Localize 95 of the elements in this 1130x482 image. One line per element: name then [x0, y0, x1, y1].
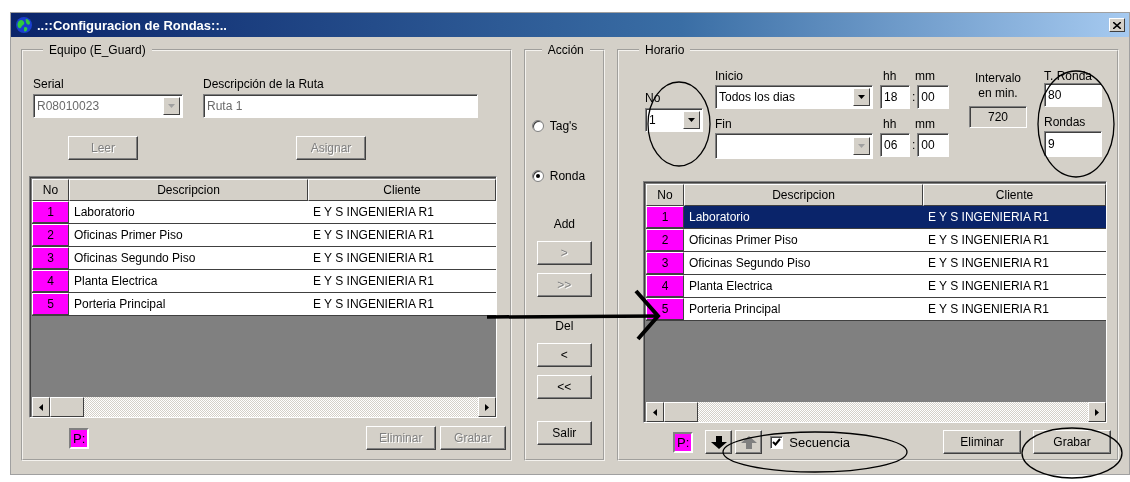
column-header[interactable]: Cliente [308, 179, 496, 201]
table-cell-text: Laboratorio [73, 204, 136, 221]
table-cell-text: Oficinas Segundo Piso [73, 250, 197, 267]
field-label: mm [915, 69, 935, 83]
move-button[interactable] [735, 430, 763, 454]
table-cell: Laboratorio [684, 206, 923, 228]
horizontal-scrollbar[interactable] [646, 402, 1106, 422]
table-cell-text: E Y S INGENIERIA R1 [927, 232, 1050, 249]
row-number: 1 [32, 201, 69, 223]
table-cell-text: E Y S INGENIERIA R1 [312, 273, 435, 290]
scroll-right-icon [1095, 408, 1099, 416]
close-button[interactable] [1109, 18, 1125, 32]
row-number: 5 [32, 293, 69, 315]
scroll-thumb[interactable] [50, 397, 84, 417]
end-dropdown[interactable] [715, 133, 873, 159]
group-title: Horario [644, 43, 686, 57]
table-cell-text: Planta Electrica [73, 273, 159, 290]
table-cell-text: E Y S INGENIERIA R1 [927, 255, 1050, 272]
column-header[interactable]: No [32, 179, 69, 201]
row-number: 4 [32, 270, 69, 292]
text-field[interactable]: 80 [1044, 83, 1102, 107]
hour-field[interactable]: 18 [880, 85, 910, 109]
field-label: Fin [715, 117, 733, 131]
section-label: Del [555, 319, 574, 333]
time-separator: : [912, 138, 916, 152]
horizontal-scrollbar[interactable] [32, 397, 496, 417]
field-label: Descripción de la Ruta [203, 77, 325, 91]
text-field[interactable]: 9 [1044, 131, 1102, 157]
window-title: ..::Configuracion de Rondas::.. [37, 17, 228, 33]
dropdown-button[interactable] [853, 88, 870, 106]
minute-field[interactable]: 00 [917, 85, 950, 109]
delete-button[interactable]: Eliminar [943, 430, 1021, 454]
field-label: Inicio [715, 69, 744, 83]
table-cell-text: Oficinas Primer Piso [688, 232, 799, 249]
table-cell-text: E Y S INGENIERIA R1 [312, 227, 435, 244]
table-cell-text: Oficinas Segundo Piso [688, 255, 812, 272]
checkbox[interactable] [770, 435, 784, 449]
field-label: hh [882, 117, 898, 131]
field-label: T. Ronda [1044, 69, 1094, 83]
column-header[interactable]: Descripcion [69, 179, 308, 201]
dropdown-button[interactable] [683, 111, 700, 129]
minute-field[interactable]: 00 [917, 133, 950, 157]
field-label: hh [882, 69, 898, 83]
row-number: 1 [646, 206, 684, 228]
radio-button[interactable]: Tag's [531, 119, 578, 133]
table-cell-text: E Y S INGENIERIA R1 [312, 204, 435, 221]
field-label: mm [915, 117, 935, 131]
exit-button[interactable]: Salir [536, 421, 592, 445]
caret-icon [688, 118, 695, 122]
caret-icon [858, 144, 865, 148]
table-cell-text: E Y S INGENIERIA R1 [927, 301, 1050, 318]
column-header[interactable]: No [646, 184, 684, 206]
section-label: Add [553, 217, 576, 231]
checkbox-label: Secuencia [789, 434, 850, 450]
column-header[interactable]: Cliente [923, 184, 1106, 206]
close-icon [1113, 21, 1121, 29]
table-cell-text: E Y S INGENIERIA R1 [927, 278, 1050, 295]
number-dropdown[interactable]: 1 [645, 108, 703, 132]
marker-label: P: [69, 427, 90, 449]
row-number: 3 [646, 252, 684, 274]
hour-field[interactable]: 06 [880, 133, 910, 157]
start-dropdown[interactable]: Todos los dias [715, 85, 873, 109]
marker-label: P: [673, 431, 694, 453]
field-label: Rondas [1044, 115, 1087, 129]
save-button[interactable]: Grabar [1033, 430, 1111, 454]
time-separator: : [912, 90, 916, 104]
table-cell: E Y S INGENIERIA R1 [923, 206, 1106, 228]
field-label: Serial [33, 77, 65, 91]
scroll-left-icon [653, 408, 657, 416]
group-title: Acción [546, 43, 585, 57]
move-button[interactable] [705, 430, 733, 454]
scroll-thumb[interactable] [664, 402, 698, 422]
table-cell-text: E Y S INGENIERIA R1 [312, 250, 435, 267]
caret-icon [168, 104, 175, 108]
scroll-left-icon [39, 403, 43, 411]
table-cell-text: Porteria Principal [73, 296, 167, 313]
radio-button[interactable]: Ronda [531, 169, 586, 183]
field-label: Intervalo en min. [974, 71, 1022, 101]
table-cell-text: Oficinas Primer Piso [73, 227, 184, 244]
table-cell-text: Porteria Principal [688, 301, 782, 318]
remove-button[interactable]: < [536, 343, 592, 367]
caret-icon [858, 95, 865, 99]
row-number: 3 [32, 247, 69, 269]
remove-button[interactable]: << [536, 375, 592, 399]
globe-icon [15, 16, 33, 34]
table-cell-text: Planta Electrica [688, 278, 774, 295]
column-header[interactable]: Descripcion [684, 184, 923, 206]
scroll-right-icon [485, 403, 489, 411]
row-number: 4 [646, 275, 684, 297]
interval-field: 720 [969, 106, 1027, 128]
table-cell-text: E Y S INGENIERIA R1 [312, 296, 435, 313]
row-number: 2 [646, 229, 684, 251]
check-icon [772, 438, 782, 446]
row-number: 2 [32, 224, 69, 246]
group-title: Equipo (E_Guard) [48, 43, 147, 57]
